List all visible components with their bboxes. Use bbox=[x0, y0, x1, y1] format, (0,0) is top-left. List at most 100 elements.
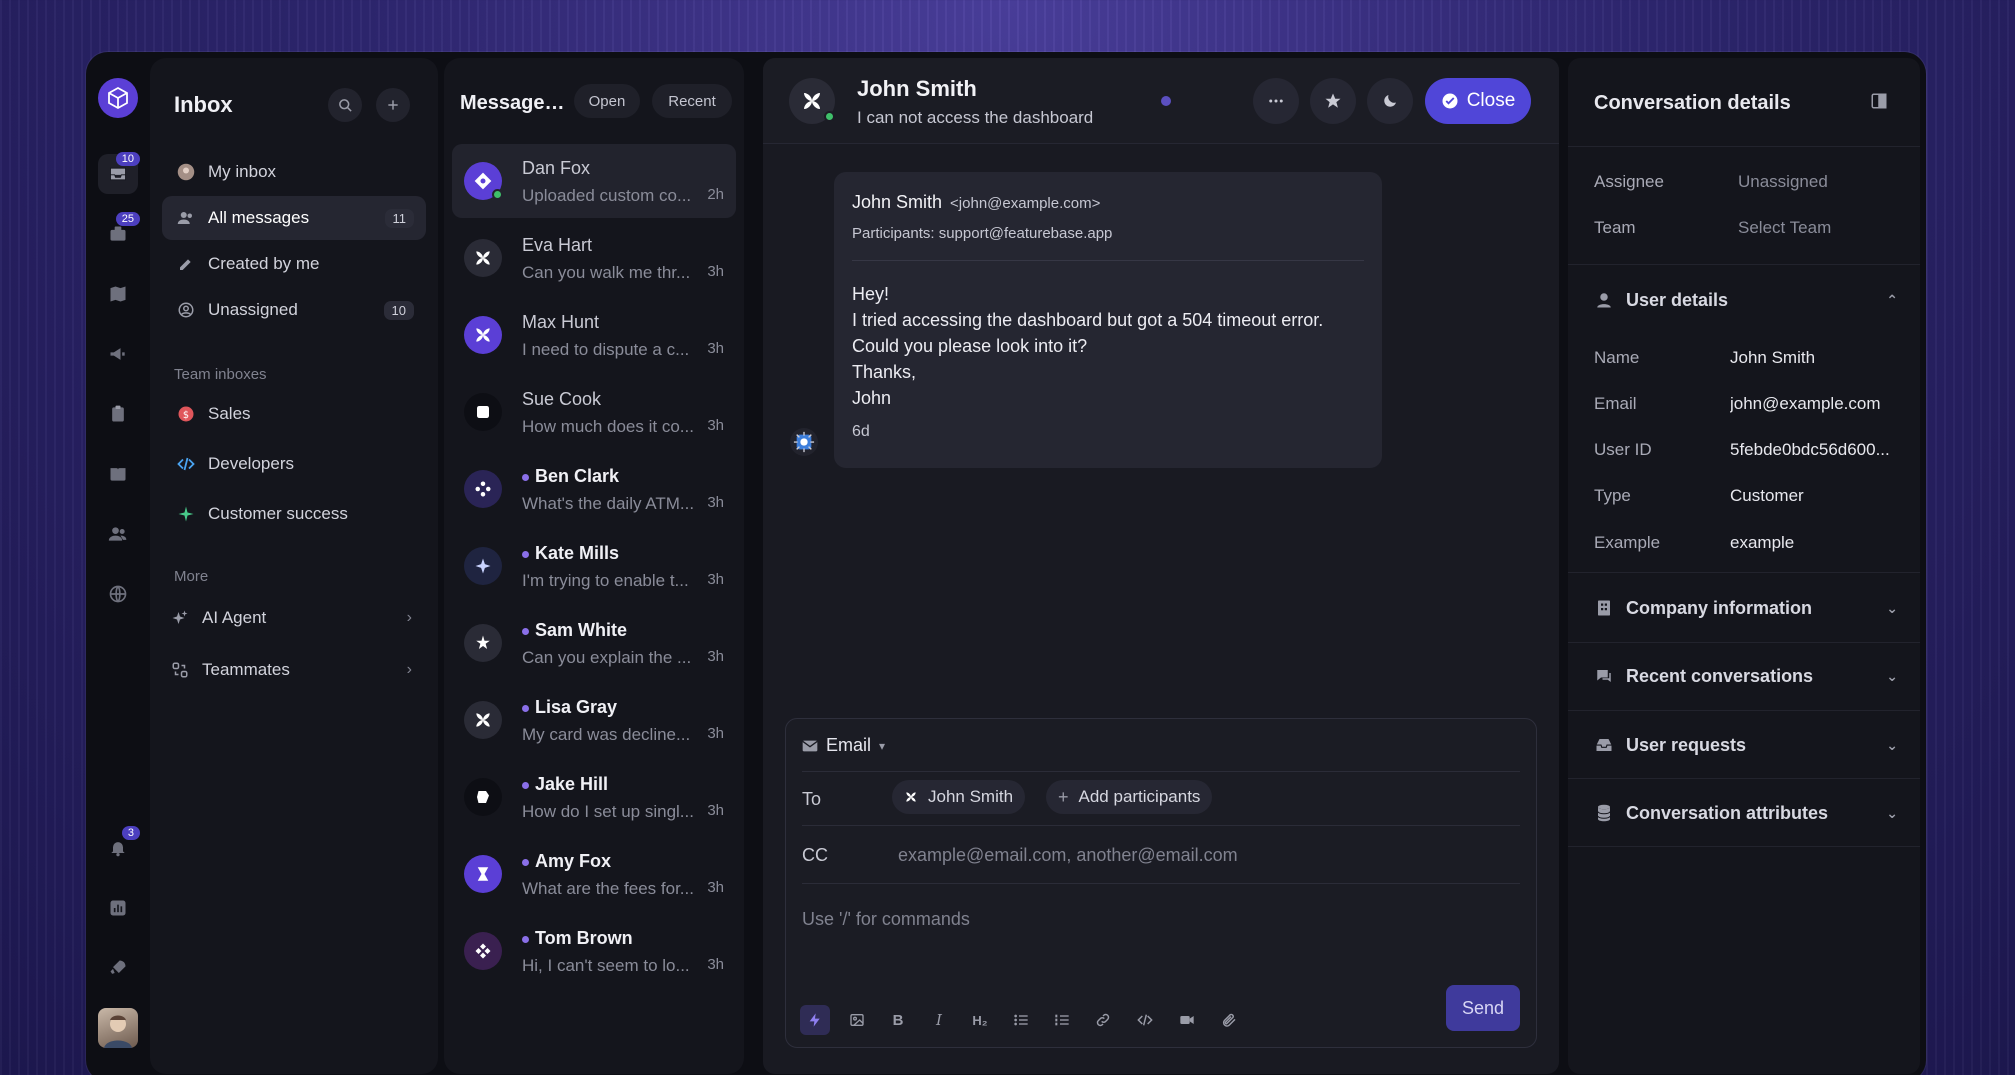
rail-roadmap-button[interactable] bbox=[98, 274, 138, 314]
conversation-attributes-section-header[interactable]: Conversation attributes ⌄ bbox=[1594, 799, 1898, 827]
insert-image-button[interactable] bbox=[842, 1005, 872, 1035]
unread-dot bbox=[522, 473, 529, 481]
inbox-badge: 10 bbox=[115, 152, 140, 166]
list-item-time: 2h bbox=[707, 186, 724, 203]
message-from: John Smith <john@example.com> bbox=[852, 192, 1364, 213]
avatar bbox=[789, 78, 835, 124]
list-item[interactable]: Tom Brown Hi, I can't seem to lo... 3h bbox=[452, 914, 736, 988]
online-status-dot bbox=[824, 111, 835, 122]
nav-item-sales[interactable]: $ Sales bbox=[162, 392, 426, 436]
list-item-preview: I'm trying to enable t... bbox=[522, 571, 689, 590]
list-item-time: 3h bbox=[707, 494, 724, 511]
nav-item-teammates[interactable]: Teammates › bbox=[162, 648, 426, 692]
list-item[interactable]: Jake Hill How do I set up singl... 3h bbox=[452, 760, 736, 834]
snooze-button[interactable] bbox=[1367, 78, 1413, 124]
bullet-list-button[interactable] bbox=[1006, 1005, 1036, 1035]
bell-icon bbox=[111, 842, 125, 857]
nav-search-button[interactable] bbox=[328, 88, 362, 122]
rail-notifications-button[interactable]: 3 bbox=[98, 826, 140, 868]
details-title: Conversation details bbox=[1594, 92, 1791, 114]
user-requests-section-header[interactable]: User requests ⌄ bbox=[1594, 731, 1898, 759]
send-button[interactable]: Send bbox=[1446, 985, 1520, 1031]
close-conversation-button[interactable]: Close bbox=[1425, 78, 1531, 124]
nav-add-button[interactable] bbox=[376, 88, 410, 122]
team-label: Team bbox=[1594, 218, 1636, 237]
inbox-tray-icon bbox=[1594, 735, 1614, 755]
sidebar-toggle-icon[interactable] bbox=[1870, 92, 1888, 110]
star-button[interactable] bbox=[1310, 78, 1356, 124]
user-avatar[interactable] bbox=[98, 1008, 138, 1048]
company-information-section-header[interactable]: Company information ⌄ bbox=[1594, 594, 1898, 622]
list-item[interactable]: Amy Fox What are the fees for... 3h bbox=[452, 837, 736, 911]
sender-email: <john@example.com> bbox=[950, 195, 1101, 212]
nav-item-ai-agent[interactable]: AI Agent › bbox=[162, 596, 426, 640]
megaphone-icon bbox=[110, 348, 125, 360]
list-item[interactable]: Sue Cook How much does it co... 3h bbox=[452, 375, 736, 449]
numbered-list-button[interactable] bbox=[1047, 1005, 1077, 1035]
video-button[interactable] bbox=[1172, 1005, 1202, 1035]
bold-button[interactable]: B bbox=[883, 1005, 913, 1035]
list-item-time: 3h bbox=[707, 571, 724, 588]
attachment-button[interactable] bbox=[1214, 1005, 1244, 1035]
rail-surveys-button[interactable] bbox=[98, 394, 138, 434]
list-item[interactable]: Dan Fox Uploaded custom co... 2h bbox=[452, 144, 736, 218]
list-item[interactable]: Max Hunt I need to dispute a c... 3h bbox=[452, 298, 736, 372]
list-item[interactable]: Ben Clark What's the daily ATM... 3h bbox=[452, 452, 736, 526]
add-participants-button[interactable]: + Add participants bbox=[1046, 780, 1213, 814]
recent-conversations-section-header[interactable]: Recent conversations ⌄ bbox=[1594, 662, 1898, 690]
detail-key: User ID bbox=[1594, 440, 1652, 459]
list-item[interactable]: Eva Hart Can you walk me thr... 3h bbox=[452, 221, 736, 295]
rail-tickets-button[interactable]: 25 bbox=[98, 212, 140, 254]
rail-inbox-button[interactable]: 10 bbox=[98, 152, 140, 194]
conversation-subject: I can not access the dashboard bbox=[857, 108, 1094, 127]
nav-item-my-inbox[interactable]: My inbox bbox=[162, 150, 426, 194]
list-item-name: Jake Hill bbox=[522, 774, 608, 795]
list-item[interactable]: Sam White Can you explain the ... 3h bbox=[452, 606, 736, 680]
assignee-select[interactable]: Unassigned bbox=[1738, 172, 1914, 192]
channel-selector[interactable]: Email ▾ bbox=[802, 735, 885, 756]
rail-help-center-button[interactable] bbox=[98, 454, 138, 494]
message-body-input[interactable]: Use '/' for commands bbox=[802, 909, 970, 930]
detail-value: Customer bbox=[1730, 486, 1804, 505]
list-item[interactable]: Kate Mills I'm trying to enable t... 3h bbox=[452, 529, 736, 603]
code-button[interactable] bbox=[1130, 1005, 1160, 1035]
avatar bbox=[464, 624, 502, 662]
nav-item-all-messages[interactable]: All messages 11 bbox=[162, 196, 426, 240]
heading-button[interactable]: H₂ bbox=[965, 1005, 995, 1035]
pencil-icon bbox=[176, 254, 196, 274]
avatar-icon bbox=[906, 792, 916, 802]
nav-item-created-by-me[interactable]: Created by me bbox=[162, 242, 426, 286]
filter-open-button[interactable]: Open bbox=[574, 84, 640, 118]
more-options-button[interactable] bbox=[1253, 78, 1299, 124]
nav-item-unassigned[interactable]: Unassigned 10 bbox=[162, 288, 426, 332]
conversation-panel: John Smith I can not access the dashboar… bbox=[763, 58, 1559, 1074]
link-button[interactable] bbox=[1088, 1005, 1118, 1035]
chevron-right-icon: › bbox=[406, 609, 412, 626]
list-item-time: 3h bbox=[707, 648, 724, 665]
rail-users-button[interactable] bbox=[98, 514, 138, 554]
nav-item-developers[interactable]: Developers bbox=[162, 442, 426, 486]
divider bbox=[1568, 264, 1920, 265]
chevron-up-icon: ⌃ bbox=[1886, 291, 1898, 308]
list-item[interactable]: Lisa Gray My card was decline... 3h bbox=[452, 683, 736, 757]
rail-globe-button[interactable] bbox=[98, 574, 138, 614]
list-item-preview: What are the fees for... bbox=[522, 879, 694, 898]
filter-recent-button[interactable]: Recent bbox=[652, 84, 732, 118]
nav-item-customer-success[interactable]: Customer success bbox=[162, 492, 426, 536]
commands-button[interactable] bbox=[800, 1005, 830, 1035]
unread-dot bbox=[522, 704, 529, 712]
rail-launch-button[interactable] bbox=[98, 948, 138, 988]
heading-icon: H₂ bbox=[972, 1012, 988, 1028]
video-icon bbox=[1180, 1016, 1194, 1024]
italic-button[interactable]: I bbox=[924, 1005, 954, 1035]
divider bbox=[1568, 572, 1920, 573]
section-title: Recent conversations bbox=[1626, 665, 1814, 686]
rail-analytics-button[interactable] bbox=[98, 888, 138, 928]
rail-announcements-button[interactable] bbox=[98, 334, 138, 374]
recipient-chip[interactable]: John Smith bbox=[892, 780, 1026, 814]
logo-icon[interactable] bbox=[98, 78, 138, 118]
status-dot bbox=[1161, 96, 1171, 106]
user-details-section-header[interactable]: User details ⌃ bbox=[1594, 286, 1898, 314]
team-select[interactable]: Select Team bbox=[1738, 218, 1914, 238]
cc-input[interactable]: example@email.com, another@email.com bbox=[898, 845, 1238, 866]
